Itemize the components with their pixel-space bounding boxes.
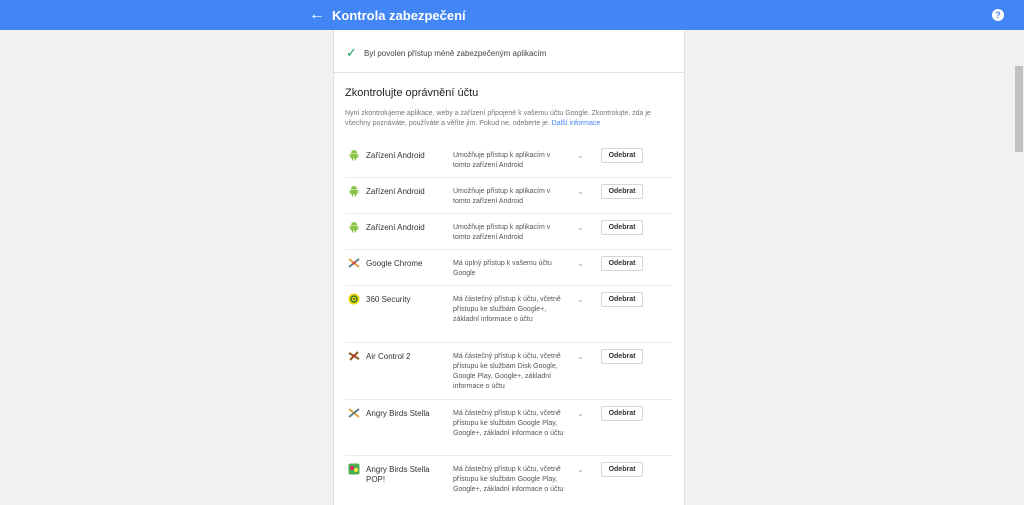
android-icon xyxy=(349,186,359,197)
chrome-icon xyxy=(348,258,360,268)
remove-button[interactable]: Odebrat xyxy=(601,349,643,364)
app-access: Má částečný přístup k účtu, včetně příst… xyxy=(453,410,564,437)
scrollbar[interactable] xyxy=(1014,30,1024,505)
status-text: Byl povolen přístup méně zabezpečeným ap… xyxy=(364,49,547,58)
android-icon xyxy=(349,150,359,161)
app-access: Umožňuje přístup k aplikacím v tomto zař… xyxy=(453,188,551,205)
chevron-down-icon[interactable]: ⌄ xyxy=(577,151,584,160)
more-info-link[interactable]: Další informace xyxy=(552,120,601,127)
chevron-down-icon[interactable]: ⌄ xyxy=(577,223,584,232)
app-name: Air Control 2 xyxy=(366,352,411,361)
app-row: Zařízení Android Umožňuje přístup k apli… xyxy=(345,142,672,178)
app-row: Angry Birds Stella Má částečný přístup k… xyxy=(345,400,672,456)
360-security-icon xyxy=(348,293,360,305)
app-row: Air Control 2 Má částečný přístup k účtu… xyxy=(345,343,672,400)
app-row: Google Chrome Má úplný přístup k vašemu … xyxy=(345,250,672,286)
app-row: Zařízení Android Umožňuje přístup k apli… xyxy=(345,214,672,250)
app-bar: ← Kontrola zabezpečení ? xyxy=(0,0,1024,30)
app-access: Má částečný přístup k účtu, včetně příst… xyxy=(453,296,561,323)
chevron-down-icon[interactable]: ⌄ xyxy=(577,295,584,304)
app-name: 360 Security xyxy=(366,295,411,304)
app-access: Umožňuje přístup k aplikacím v tomto zař… xyxy=(453,152,551,169)
app-name: Angry Birds Stella POP! xyxy=(366,465,430,484)
angry-birds-icon xyxy=(348,408,360,418)
permissions-card: Zkontrolujte oprávnění účtu Nyní zkontro… xyxy=(333,73,685,505)
section-title: Zkontrolujte oprávnění účtu xyxy=(345,87,479,99)
app-row: Zařízení Android Umožňuje přístup k apli… xyxy=(345,178,672,214)
check-icon: ✓ xyxy=(346,45,357,60)
air-control-icon xyxy=(348,351,360,361)
app-access: Má úplný přístup k vašemu účtu Google xyxy=(453,260,552,277)
app-name: Google Chrome xyxy=(366,259,423,268)
remove-button[interactable]: Odebrat xyxy=(601,292,643,307)
app-access: Má částečný přístup k účtu, včetně příst… xyxy=(453,353,561,390)
scrollbar-thumb[interactable] xyxy=(1015,66,1023,152)
app-row: Angry Birds Stella POP! Má částečný přís… xyxy=(345,456,672,505)
help-icon[interactable]: ? xyxy=(992,9,1004,21)
app-access: Umožňuje přístup k aplikacím v tomto zař… xyxy=(453,224,551,241)
app-row: 360 Security Má částečný přístup k účtu,… xyxy=(345,286,672,343)
chevron-down-icon[interactable]: ⌄ xyxy=(577,465,584,474)
angry-birds-pop-icon xyxy=(348,463,360,475)
app-name: Zařízení Android xyxy=(366,223,425,232)
section-description: Nyní zkontrolujeme aplikace, weby a zaří… xyxy=(345,109,675,129)
remove-button[interactable]: Odebrat xyxy=(601,462,643,477)
remove-button[interactable]: Odebrat xyxy=(601,184,643,199)
remove-button[interactable]: Odebrat xyxy=(601,220,643,235)
android-icon xyxy=(349,222,359,233)
page-title: Kontrola zabezpečení xyxy=(332,8,466,23)
arrow-back-icon[interactable]: ← xyxy=(309,7,325,23)
chevron-down-icon[interactable]: ⌄ xyxy=(577,259,584,268)
chevron-down-icon[interactable]: ⌄ xyxy=(577,187,584,196)
app-name: Angry Birds Stella xyxy=(366,409,430,418)
app-access: Má částečný přístup k účtu, včetně příst… xyxy=(453,466,564,493)
remove-button[interactable]: Odebrat xyxy=(601,256,643,271)
chevron-down-icon[interactable]: ⌄ xyxy=(577,409,584,418)
remove-button[interactable]: Odebrat xyxy=(601,148,643,163)
section-description-text: Nyní zkontrolujeme aplikace, weby a zaří… xyxy=(345,110,651,127)
app-name: Zařízení Android xyxy=(366,151,425,160)
status-card: ✓ Byl povolen přístup méně zabezpečeným … xyxy=(333,30,685,73)
remove-button[interactable]: Odebrat xyxy=(601,406,643,421)
app-name: Zařízení Android xyxy=(366,187,425,196)
chevron-down-icon[interactable]: ⌄ xyxy=(577,352,584,361)
